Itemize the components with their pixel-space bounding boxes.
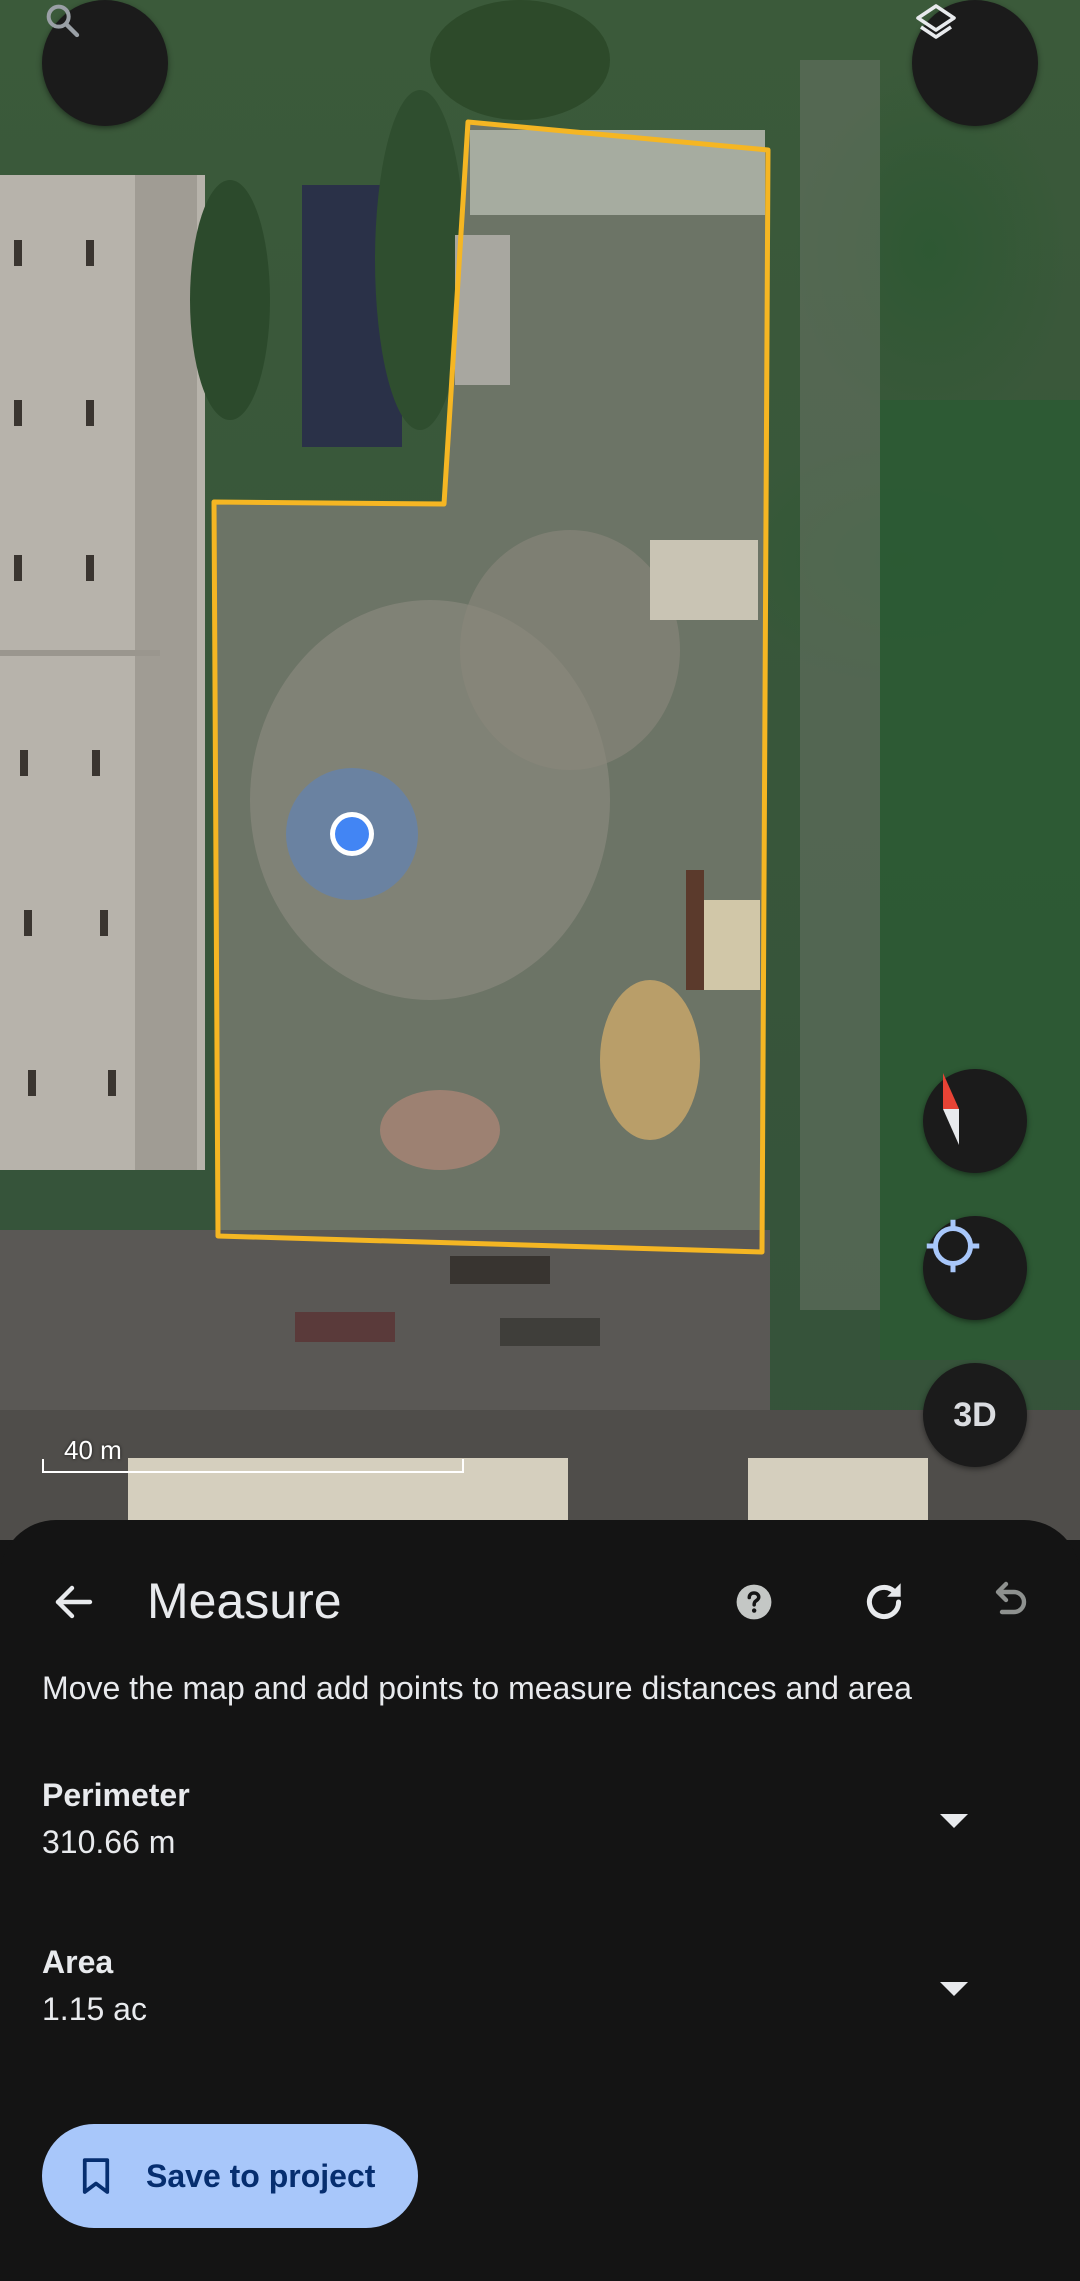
view-3d-label: 3D: [953, 1395, 997, 1434]
undo-button[interactable]: [972, 1566, 1044, 1638]
help-icon: [736, 1584, 772, 1620]
measure-instructions: Move the map and add points to measure d…: [42, 1670, 912, 1706]
area-label: Area: [42, 1944, 114, 1980]
compass-icon: [943, 1073, 959, 1145]
debris-pile: [380, 1090, 500, 1170]
caret-down-icon: [940, 1814, 968, 1828]
compass-button[interactable]: [923, 1069, 1027, 1173]
search-button[interactable]: [42, 0, 168, 126]
shed-roof: [650, 540, 758, 620]
vehicle: [450, 1256, 550, 1284]
shed-roof: [455, 235, 510, 385]
perimeter-unit-dropdown[interactable]: [934, 1802, 974, 1842]
vehicle: [500, 1318, 600, 1346]
refresh-icon: [866, 1583, 902, 1620]
bookmark-icon: [76, 2154, 116, 2198]
tree-cluster: [430, 0, 610, 120]
satellite-map[interactable]: 3D 40 m: [0, 0, 1080, 1540]
layers-icon: [916, 4, 956, 39]
vehicle: [295, 1312, 395, 1342]
scale-bar: [42, 1459, 464, 1473]
my-location-button[interactable]: [923, 1216, 1027, 1320]
undo-icon: [995, 1581, 1027, 1615]
caret-down-icon: [940, 1982, 968, 1996]
area-unit-dropdown[interactable]: [934, 1970, 974, 2010]
arrow-back-icon: [55, 1585, 93, 1619]
measure-sheet: Measure Move the map and add points to m…: [0, 1520, 1080, 2281]
map-scale: 40 m: [42, 1435, 466, 1473]
reset-button[interactable]: [848, 1566, 920, 1638]
location-dot: [335, 817, 369, 851]
help-button[interactable]: [722, 1570, 786, 1634]
view-3d-button[interactable]: 3D: [923, 1363, 1027, 1467]
warehouse-roof-side: [135, 175, 197, 1170]
save-button-label: Save to project: [146, 2157, 376, 2194]
save-to-project-button[interactable]: Save to project: [42, 2124, 418, 2228]
search-icon: [46, 4, 80, 38]
page-title: Measure: [147, 1573, 342, 1629]
area-value: 1.15 ac: [42, 1991, 147, 2027]
materials-stack: [700, 900, 760, 990]
map-imagery: [0, 0, 1080, 1540]
fence-segment: [686, 870, 704, 990]
perimeter-value: 310.66 m: [42, 1824, 176, 1860]
perimeter-label: Perimeter: [42, 1777, 190, 1813]
my-location-icon: [926, 1219, 980, 1273]
bare-soil: [460, 530, 680, 770]
sand-pile: [600, 980, 700, 1140]
layers-button[interactable]: [912, 0, 1038, 126]
tree-row: [190, 180, 270, 420]
footpath: [800, 60, 880, 1310]
back-button[interactable]: [42, 1570, 106, 1634]
roof-seam: [0, 650, 160, 656]
shed-roof: [470, 130, 765, 215]
